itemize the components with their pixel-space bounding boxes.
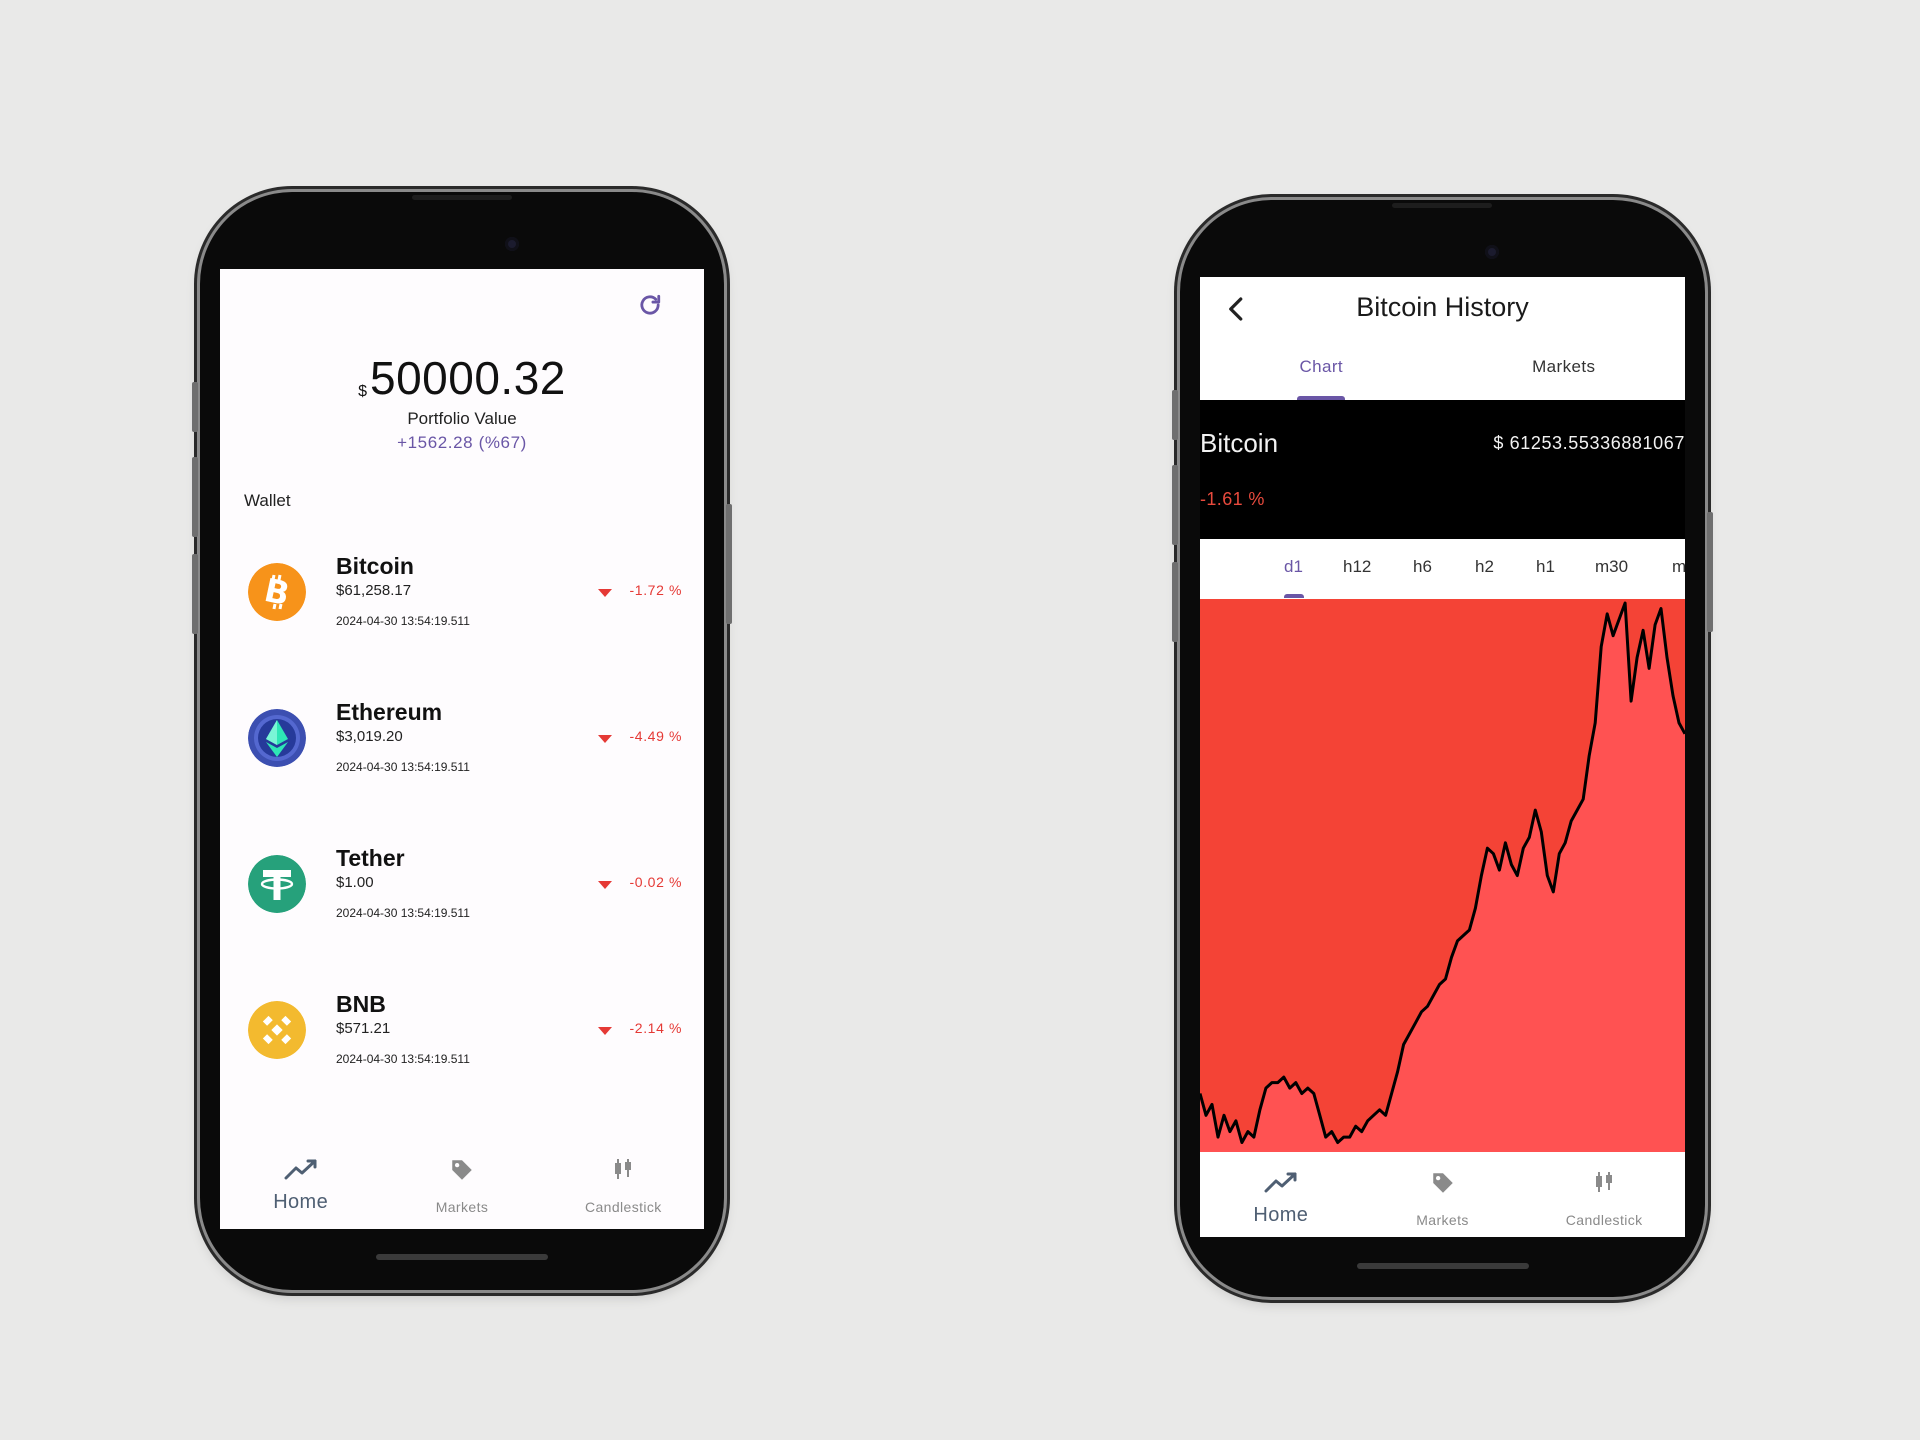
portfolio-value: $50000.32 — [220, 351, 704, 405]
price-down-icon — [598, 589, 612, 597]
nav-candlestick[interactable]: Candlestick — [1523, 1152, 1685, 1237]
tether-icon — [248, 855, 306, 913]
candlestick-icon — [1596, 1172, 1613, 1192]
interval-h12[interactable]: h12 — [1343, 557, 1371, 577]
trending-up-icon — [1264, 1172, 1297, 1193]
home-indicator[interactable] — [376, 1254, 548, 1260]
tab-bar: Chart Markets — [1200, 357, 1685, 400]
coin-row-bnb[interactable]: BNB $571.21 2024-04-30 13:54:19.511 -2.1… — [220, 991, 704, 1141]
coin-timestamp: 2024-04-30 13:54:19.511 — [336, 614, 470, 628]
nav-candlestick-label: Candlestick — [584, 1199, 662, 1215]
wallet-heading: Wallet — [244, 491, 291, 510]
coin-change: -0.02 % — [629, 874, 682, 890]
coin-change: -1.72 % — [629, 582, 682, 598]
interval-h6[interactable]: h6 — [1413, 557, 1432, 577]
nav-home[interactable]: Home — [220, 1139, 381, 1229]
interval-m[interactable]: m — [1672, 557, 1685, 577]
interval-h2[interactable]: h2 — [1475, 557, 1494, 577]
portfolio-amount: 50000.32 — [370, 352, 566, 404]
price-down-icon — [598, 881, 612, 889]
volume-up-button — [1172, 465, 1178, 545]
coin-timestamp: 2024-04-30 13:54:19.511 — [336, 760, 470, 774]
coin-price: $1.00 — [336, 874, 374, 891]
coin-name: Tether — [336, 845, 405, 871]
volume-up-button — [192, 457, 198, 537]
coin-price: $61,258.17 — [336, 582, 412, 599]
mute-switch — [1172, 390, 1178, 440]
nav-markets-label: Markets — [1416, 1212, 1469, 1228]
portfolio-summary: $50000.32 Portfolio Value +1562.28 (%67) — [220, 351, 704, 453]
bitcoin-icon: B — [248, 563, 306, 621]
portfolio-label: Portfolio Value — [407, 409, 517, 428]
speaker-grille — [1392, 203, 1492, 208]
price-area-chart[interactable] — [1200, 599, 1685, 1152]
coin-price: $3,019.20 — [336, 728, 403, 745]
coin-timestamp: 2024-04-30 13:54:19.511 — [336, 906, 470, 920]
bottom-navigation: Home Markets Candlestick — [1200, 1152, 1685, 1237]
volume-down-button — [192, 554, 198, 634]
coin-name: BNB — [336, 991, 386, 1017]
ethereum-icon — [248, 709, 306, 767]
page-title: Bitcoin History — [1356, 292, 1529, 322]
coin-name: Bitcoin — [1200, 428, 1279, 458]
front-camera — [505, 237, 519, 251]
interval-d1[interactable]: d1 — [1284, 557, 1303, 577]
nav-home-label: Home — [273, 1191, 329, 1213]
interval-indicator — [1284, 594, 1304, 598]
coin-change: -1.61 % — [1200, 489, 1265, 509]
currency-symbol: $ — [358, 383, 368, 400]
tag-icon — [452, 1160, 472, 1180]
candlestick-icon — [615, 1159, 632, 1179]
interval-h1[interactable]: h1 — [1536, 557, 1555, 577]
price-down-icon — [598, 735, 612, 743]
power-button — [1707, 512, 1713, 632]
volume-down-button — [1172, 562, 1178, 642]
coin-summary-header: Bitcoin $ 61253.55336881067 -1.61 % — [1200, 400, 1685, 539]
power-button — [726, 504, 732, 624]
nav-candlestick[interactable]: Candlestick — [543, 1139, 704, 1229]
wallet-coin-list: B Bitcoin $61,258.17 2024-04-30 13:54:19… — [220, 553, 704, 1141]
interval-m30[interactable]: m30 — [1595, 557, 1628, 577]
coin-history-screen: Bitcoin History Chart Markets Bitcoin $ … — [1200, 277, 1685, 1237]
coin-row-bitcoin[interactable]: B Bitcoin $61,258.17 2024-04-30 13:54:19… — [220, 553, 704, 703]
speaker-grille — [412, 195, 512, 200]
mute-switch — [192, 382, 198, 432]
app-bar: Bitcoin History Chart Markets — [1200, 277, 1685, 400]
coin-name: Ethereum — [336, 699, 443, 725]
nav-markets[interactable]: Markets — [1362, 1152, 1524, 1237]
coin-price: $ 61253.55336881067 — [1493, 433, 1685, 453]
coin-timestamp: 2024-04-30 13:54:19.511 — [336, 1052, 470, 1066]
refresh-icon[interactable] — [636, 291, 664, 319]
portfolio-change: +1562.28 (%67) — [397, 433, 527, 452]
home-screen: $50000.32 Portfolio Value +1562.28 (%67)… — [220, 269, 704, 1229]
tab-markets[interactable]: Markets — [1443, 357, 1686, 400]
nav-home[interactable]: Home — [1200, 1152, 1362, 1237]
bnb-icon — [248, 1001, 306, 1059]
interval-selector: d1 h12 h6 h2 h1 m30 m — [1200, 539, 1685, 599]
coin-row-ethereum[interactable]: Ethereum $3,019.20 2024-04-30 13:54:19.5… — [220, 699, 704, 849]
front-camera — [1485, 245, 1499, 259]
tag-icon — [1432, 1173, 1453, 1193]
bottom-navigation: Home Markets Candlestick — [220, 1139, 704, 1229]
price-down-icon — [598, 1027, 612, 1035]
nav-home-label: Home — [1253, 1204, 1309, 1226]
trending-up-icon — [284, 1159, 317, 1180]
coin-price: $571.21 — [336, 1020, 391, 1037]
coin-change: -4.49 % — [629, 728, 682, 744]
coin-name: Bitcoin — [336, 553, 414, 579]
coin-row-tether[interactable]: Tether $1.00 2024-04-30 13:54:19.511 -0.… — [220, 845, 704, 995]
home-indicator[interactable] — [1357, 1263, 1529, 1269]
nav-candlestick-label: Candlestick — [1565, 1212, 1643, 1228]
nav-markets[interactable]: Markets — [381, 1139, 542, 1229]
coin-change: -2.14 % — [629, 1020, 682, 1036]
nav-markets-label: Markets — [435, 1199, 489, 1215]
tab-chart[interactable]: Chart — [1200, 357, 1443, 400]
